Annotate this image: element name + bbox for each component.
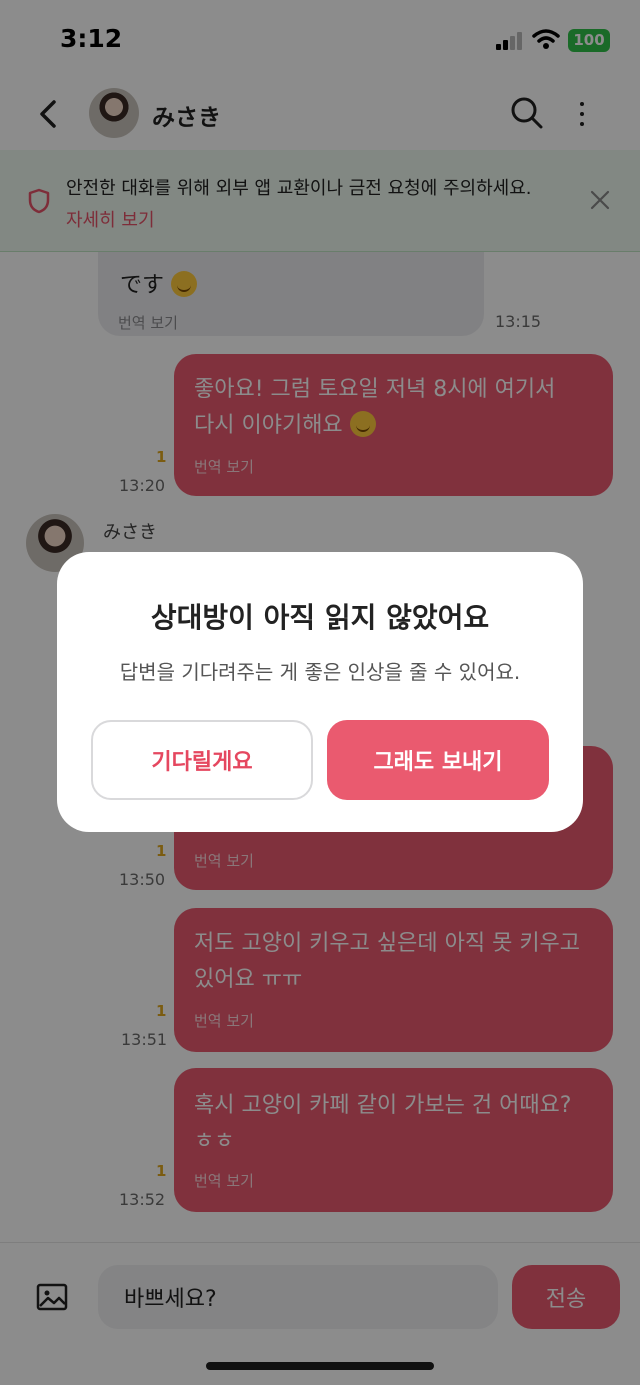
send-anyway-button[interactable]: 그래도 보내기 [327,720,549,800]
dialog-description: 답변을 기다려주는 게 좋은 인상을 줄 수 있어요. [119,660,521,684]
dialog-title: 상대방이 아직 읽지 않았어요 [150,601,490,634]
home-indicator[interactable] [206,1362,434,1370]
wait-button[interactable]: 기다릴게요 [91,720,313,800]
unread-warning-dialog: 상대방이 아직 읽지 않았어요 답변을 기다려주는 게 좋은 인상을 줄 수 있… [57,552,583,832]
